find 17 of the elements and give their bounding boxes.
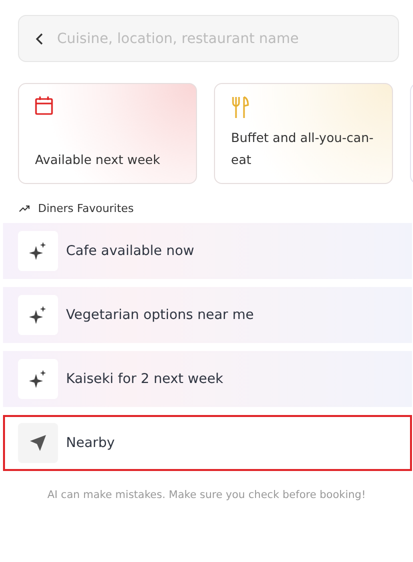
search-bar[interactable]: Cuisine, location, restaurant name	[18, 15, 399, 62]
disclaimer-text: AI can make mistakes. Make sure you check before booking!	[46, 489, 367, 501]
trending-icon	[19, 205, 30, 212]
suggestion-item[interactable]: Kaiseki for 2 next week	[3, 351, 412, 407]
suggestion-item[interactable]: Vegetarian options near me	[3, 287, 412, 343]
suggestion-item[interactable]: Cafe available now	[3, 223, 412, 279]
card-label: Buffet and all-you-can-eat	[231, 129, 375, 169]
sparkle-icon	[29, 370, 47, 388]
card-label: Available next week	[35, 151, 162, 169]
sparkle-icon	[29, 242, 47, 260]
sparkle-icon	[29, 306, 47, 324]
category-card[interactable]: Buffet and all-you-can-eat	[214, 83, 393, 184]
category-card[interactable]: Available next week	[18, 83, 197, 184]
suggestion-item[interactable]: Nearby	[3, 415, 412, 471]
section-title: Diners Favourites	[38, 202, 134, 215]
search-field[interactable]: Cuisine, location, restaurant name	[57, 30, 384, 46]
navigation-arrow-icon	[30, 435, 46, 451]
